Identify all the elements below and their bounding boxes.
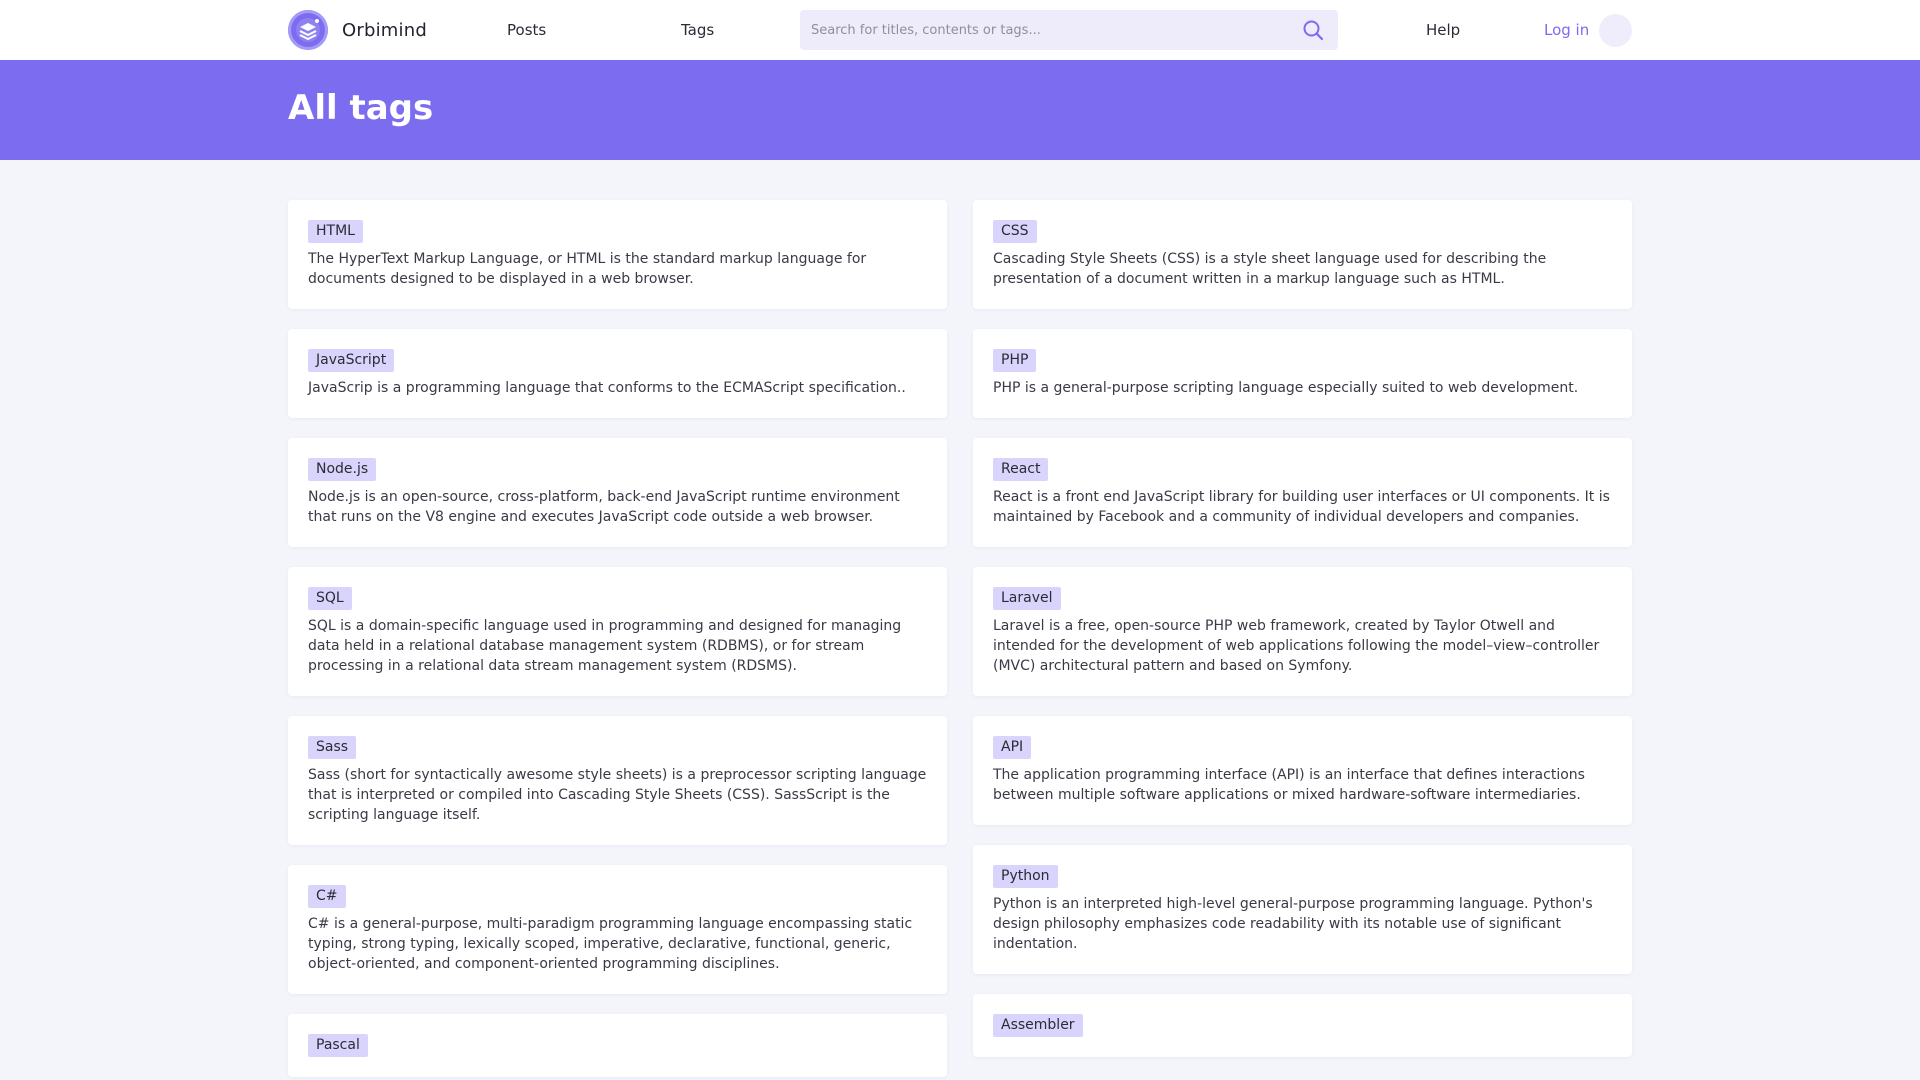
page-title: All tags [288, 88, 434, 128]
tag-chip[interactable]: PHP [993, 349, 1037, 372]
tag-description: Laravel is a free, open-source PHP web f… [993, 618, 1600, 674]
brand-link[interactable]: Orbimind [288, 10, 427, 50]
tag-chip[interactable]: Sass [308, 736, 357, 759]
tag-card-csharp[interactable]: C# C# is a general-purpose, multi-paradi… [288, 865, 947, 994]
tag-card-javascript[interactable]: JavaScript JavaScrip is a programming la… [288, 329, 947, 418]
search-input[interactable] [800, 10, 1280, 50]
tags-column-left: HTML The HyperText Markup Language, or H… [288, 200, 947, 1077]
tag-description: JavaScrip is a programming language that… [308, 380, 906, 396]
tag-card-nodejs[interactable]: Node.js Node.js is an open-source, cross… [288, 438, 947, 547]
tag-description: PHP is a general-purpose scripting langu… [993, 380, 1579, 396]
tag-card-assembler[interactable]: Assembler [973, 994, 1632, 1057]
tag-chip[interactable]: JavaScript [308, 349, 395, 372]
tag-chip[interactable]: API [993, 736, 1032, 759]
search-icon[interactable] [1302, 19, 1324, 41]
tag-description: The HyperText Markup Language, or HTML i… [308, 251, 867, 287]
tag-description: Node.js is an open-source, cross-platfor… [308, 489, 900, 525]
tag-card-sass[interactable]: Sass Sass (short for syntactically aweso… [288, 716, 947, 845]
tag-chip[interactable]: C# [308, 885, 346, 908]
tags-column-right: CSS Cascading Style Sheets (CSS) is a st… [973, 200, 1632, 1077]
search-bar [800, 10, 1338, 50]
top-navbar: Orbimind Posts Tags Help Log in [0, 0, 1920, 60]
tag-card-python[interactable]: Python Python is an interpreted high-lev… [973, 845, 1632, 974]
tag-chip[interactable]: Laravel [993, 587, 1061, 610]
tag-chip[interactable]: React [993, 458, 1049, 481]
brand-name: Orbimind [342, 19, 427, 41]
tag-chip[interactable]: Pascal [308, 1034, 368, 1057]
tag-chip[interactable]: SQL [308, 587, 352, 610]
tag-card-api[interactable]: API The application programming interfac… [973, 716, 1632, 825]
nav-help-link[interactable]: Help [1426, 21, 1460, 39]
user-avatar[interactable] [1599, 13, 1632, 47]
nav-posts-link[interactable]: Posts [507, 21, 546, 39]
tag-card-css[interactable]: CSS Cascading Style Sheets (CSS) is a st… [973, 200, 1632, 309]
tag-description: The application programming interface (A… [993, 767, 1585, 803]
tag-chip[interactable]: HTML [308, 220, 363, 243]
login-link[interactable]: Log in [1544, 21, 1589, 39]
tag-chip[interactable]: Python [993, 865, 1058, 888]
tag-card-laravel[interactable]: Laravel Laravel is a free, open-source P… [973, 567, 1632, 696]
tag-card-php[interactable]: PHP PHP is a general-purpose scripting l… [973, 329, 1632, 418]
orbimind-logo-icon [288, 10, 328, 50]
tag-chip[interactable]: Assembler [993, 1014, 1083, 1037]
navbar-inner: Orbimind Posts Tags Help Log in [288, 0, 1632, 60]
tags-grid: HTML The HyperText Markup Language, or H… [288, 200, 1632, 1077]
tag-chip[interactable]: CSS [993, 220, 1037, 243]
tag-chip[interactable]: Node.js [308, 458, 377, 481]
tag-card-html[interactable]: HTML The HyperText Markup Language, or H… [288, 200, 947, 309]
tag-card-pascal[interactable]: Pascal [288, 1014, 947, 1077]
tag-description: C# is a general-purpose, multi-paradigm … [308, 916, 913, 972]
tag-description: Python is an interpreted high-level gene… [993, 896, 1593, 952]
tag-description: React is a front end JavaScript library … [993, 489, 1610, 525]
tag-description: Cascading Style Sheets (CSS) is a style … [993, 251, 1547, 287]
tag-card-react[interactable]: React React is a front end JavaScript li… [973, 438, 1632, 547]
tag-description: SQL is a domain-specific language used i… [308, 618, 902, 674]
page-header-band: All tags [0, 60, 1920, 160]
tag-card-sql[interactable]: SQL SQL is a domain-specific language us… [288, 567, 947, 696]
tag-description: Sass (short for syntactically awesome st… [308, 767, 927, 823]
nav-tags-link[interactable]: Tags [681, 21, 714, 39]
